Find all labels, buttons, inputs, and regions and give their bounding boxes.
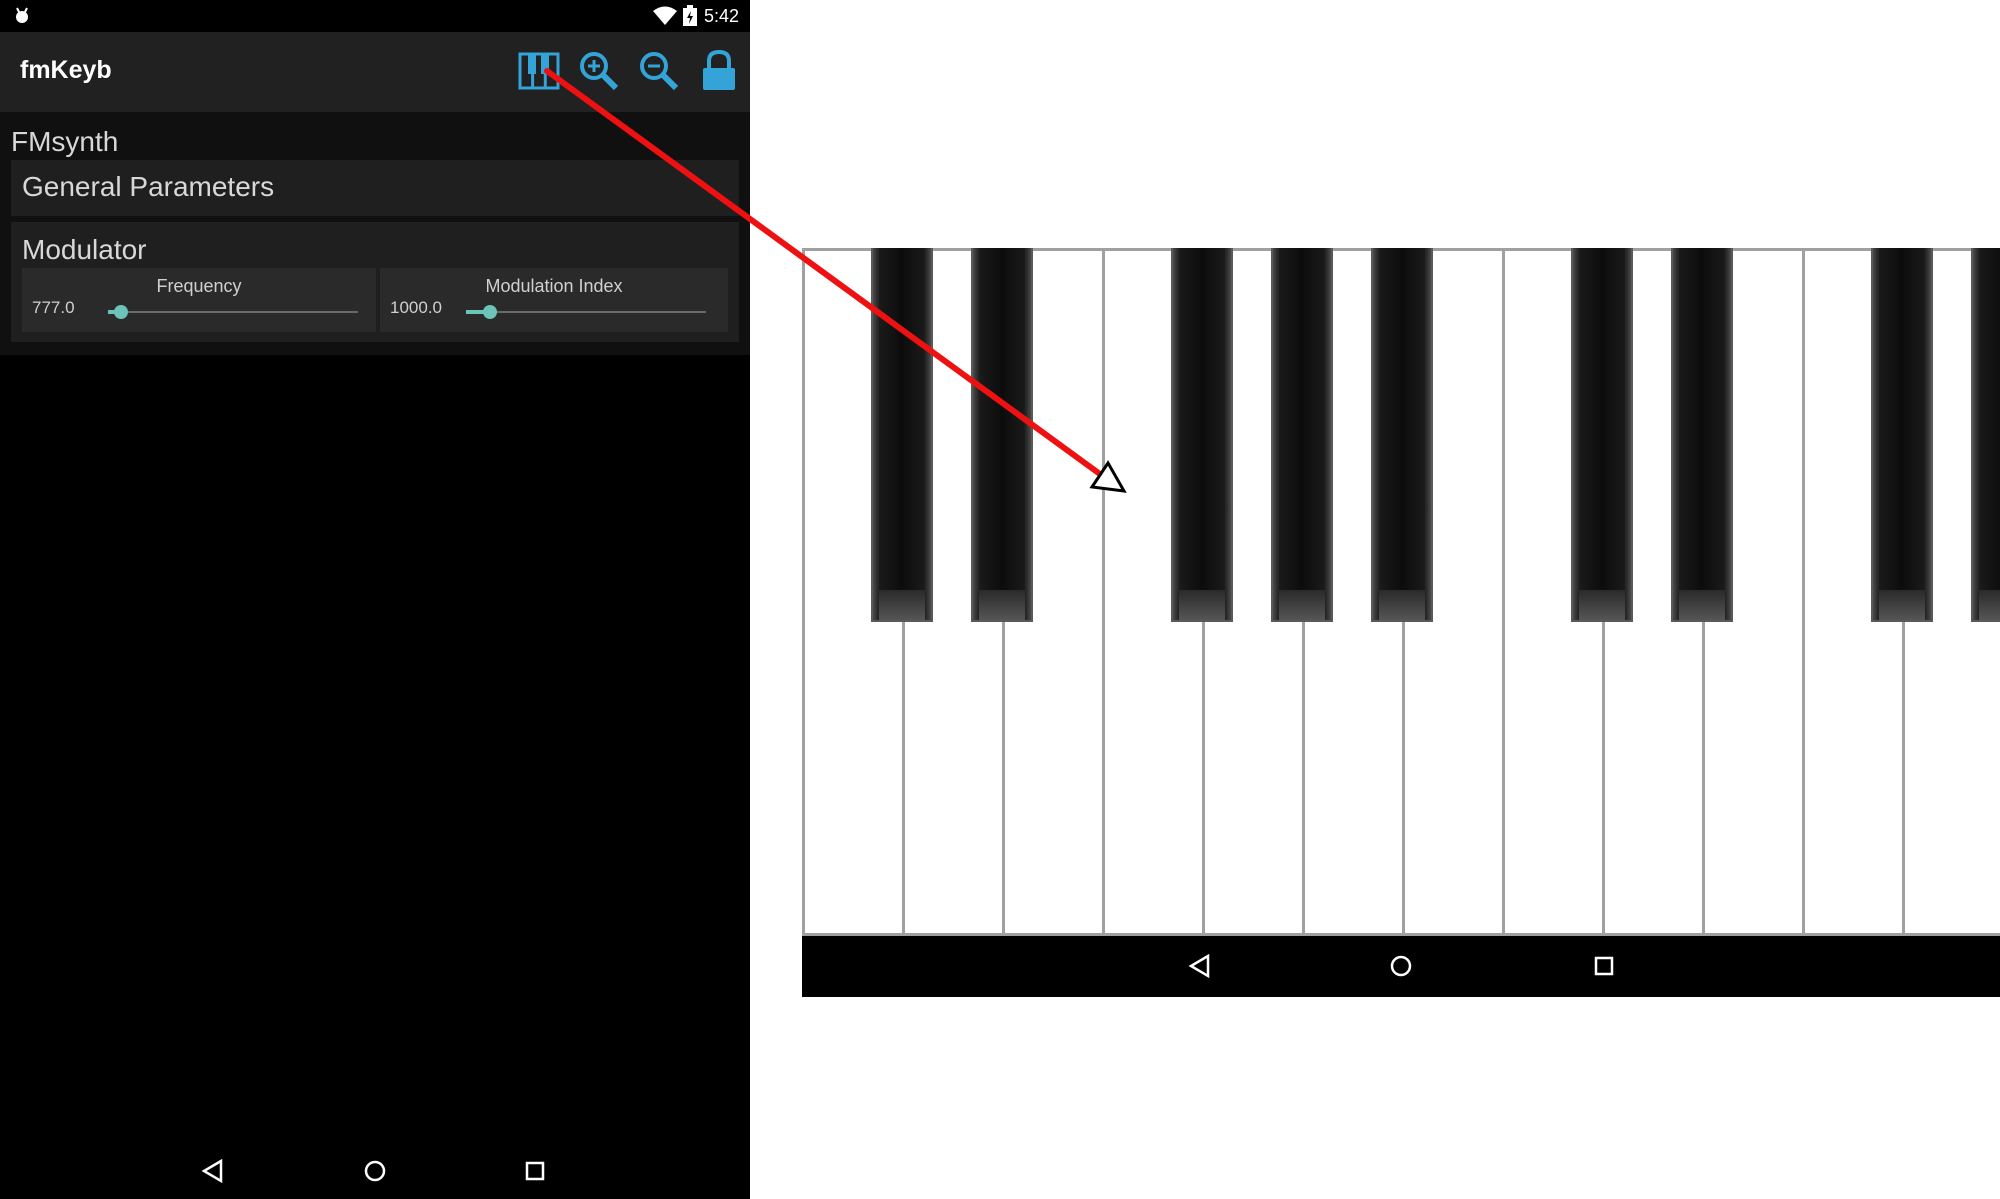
black-key[interactable] [1671, 248, 1733, 622]
black-key-bevel [1379, 590, 1425, 620]
wifi-icon [652, 6, 678, 31]
frequency-label: Frequency [156, 276, 242, 296]
lock-button[interactable] [694, 46, 744, 96]
clock-time: 5:42 [704, 6, 740, 26]
app-title: fmKeyb [20, 56, 112, 84]
back-icon [1188, 953, 1210, 979]
home-button[interactable] [362, 1158, 388, 1189]
phone-screen: 5:42 fmKeyb FMsynth General Parameters M… [0, 0, 750, 1199]
android-debug-icon [12, 5, 32, 30]
piano-keyboard-icon [518, 52, 560, 90]
recents-icon [525, 1161, 545, 1181]
frequency-param: Frequency 777.0 [22, 268, 376, 332]
zoom-out-icon [640, 52, 679, 91]
general-parameters-row[interactable]: General Parameters [11, 160, 739, 216]
zoom-in-button[interactable] [574, 46, 624, 96]
black-key[interactable] [871, 248, 933, 622]
recents-icon [1594, 956, 1614, 976]
home-button[interactable] [1388, 953, 1414, 984]
modulator-panel: Modulator Frequency 777.0 Modulation Ind… [11, 222, 739, 342]
tablet-navigation-bar [802, 936, 2000, 997]
modulation-index-value: 1000.0 [390, 298, 442, 317]
black-key-bevel [879, 590, 925, 620]
black-key[interactable] [1171, 248, 1233, 622]
frequency-value: 777.0 [32, 298, 75, 317]
piano-keyboard-button[interactable] [514, 46, 564, 96]
zoom-out-button[interactable] [634, 46, 684, 96]
black-key[interactable] [1871, 248, 1933, 622]
modulation-index-slider-thumb[interactable] [483, 305, 497, 319]
back-button[interactable] [200, 1158, 226, 1189]
black-key-bevel [1979, 590, 2000, 620]
section-title: FMsynth [11, 126, 119, 157]
home-icon [364, 1160, 386, 1182]
black-key[interactable] [1271, 248, 1333, 622]
piano-keyboard [802, 248, 2000, 936]
app-bar: fmKeyb [0, 32, 750, 112]
lock-icon [703, 49, 735, 90]
black-key[interactable] [1971, 248, 2000, 622]
battery-icon [682, 5, 698, 32]
black-key-bevel [1879, 590, 1925, 620]
black-key-bevel [1279, 590, 1325, 620]
black-key-bevel [1579, 590, 1625, 620]
black-key-bevel [979, 590, 1025, 620]
status-bar: 5:42 [0, 0, 750, 32]
modulation-index-label: Modulation Index [485, 276, 623, 296]
recents-button[interactable] [522, 1158, 548, 1189]
zoom-in-icon [580, 52, 619, 91]
black-key-bevel [1679, 590, 1725, 620]
frequency-slider-thumb[interactable] [114, 305, 128, 319]
general-parameters-label: General Parameters [22, 171, 275, 202]
recents-button[interactable] [1591, 953, 1617, 984]
modulation-index-slider[interactable] [466, 311, 706, 313]
phone-navigation-bar [0, 1130, 750, 1190]
home-icon [1390, 955, 1412, 977]
black-key[interactable] [1571, 248, 1633, 622]
black-key[interactable] [1371, 248, 1433, 622]
back-icon [201, 1158, 223, 1184]
black-key-bevel [1179, 590, 1225, 620]
back-button[interactable] [1187, 953, 1213, 984]
modulation-index-param: Modulation Index 1000.0 [380, 268, 728, 332]
modulator-label: Modulator [22, 234, 147, 265]
frequency-slider[interactable] [108, 311, 358, 313]
black-key[interactable] [971, 248, 1033, 622]
